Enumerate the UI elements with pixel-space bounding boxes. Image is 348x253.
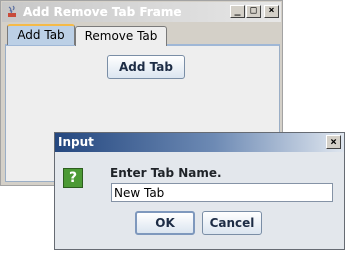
tab-name-input[interactable] — [111, 183, 333, 202]
maximize-button[interactable]: □ — [246, 5, 261, 18]
add-tab-button[interactable]: Add Tab — [107, 55, 185, 79]
tab-add-tab[interactable]: Add Tab — [7, 24, 75, 45]
java-app-icon — [8, 5, 16, 17]
prompt-label: Enter Tab Name. — [110, 166, 222, 180]
cancel-button[interactable]: Cancel — [202, 211, 262, 235]
input-dialog: Input × ? Enter Tab Name. OK Cancel — [54, 132, 345, 250]
ok-button[interactable]: OK — [135, 211, 195, 235]
frame-title: Add Remove Tab Frame — [23, 5, 182, 19]
frame-title-bar[interactable]: Add Remove Tab Frame _ □ × — [2, 2, 281, 22]
minimize-button[interactable]: _ — [230, 5, 245, 18]
dialog-close-button[interactable]: × — [326, 135, 341, 149]
question-icon: ? — [63, 168, 83, 188]
tab-remove-tab[interactable]: Remove Tab — [75, 26, 167, 46]
close-button[interactable]: × — [264, 5, 279, 18]
dialog-title-bar[interactable]: Input × — [55, 133, 344, 152]
dialog-title: Input — [58, 135, 94, 149]
